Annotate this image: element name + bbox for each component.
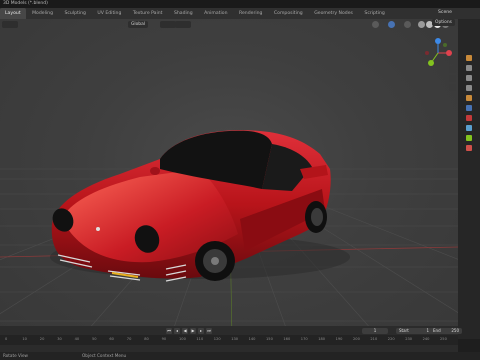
editor-type-button[interactable] (2, 21, 18, 28)
overlay-toggle-icon[interactable] (404, 21, 411, 28)
end-value: 250 (451, 328, 459, 333)
output-properties-icon[interactable] (466, 75, 472, 81)
ruler-tick-label: 30 (57, 337, 62, 341)
perspective-toggle-icon[interactable] (449, 84, 456, 91)
camera-view-icon[interactable] (449, 75, 456, 82)
object-properties-icon[interactable] (466, 95, 472, 101)
ruler-tick-label: 150 (266, 337, 273, 341)
ruler-tick-label: 100 (179, 337, 186, 341)
start-frame-field[interactable]: Start 1 (396, 328, 432, 334)
transform-orientation-dropdown[interactable]: Global (128, 21, 149, 28)
ruler-tick-label: 170 (300, 337, 308, 341)
tab-animation[interactable]: Animation (199, 8, 232, 19)
material-properties-icon[interactable] (466, 115, 472, 121)
viewport-nav-tools (449, 57, 457, 93)
next-keyframe-button[interactable]: ▸ (198, 328, 204, 334)
ruler-tick-label: 50 (92, 337, 97, 341)
window-title-bar: 3D Models (*.blend) (0, 0, 480, 8)
data-properties-icon[interactable] (466, 135, 472, 141)
y-axis-handle-icon (428, 60, 434, 66)
3d-viewport[interactable]: Global Options (0, 19, 458, 339)
ruler-tick-label: 10 (22, 337, 27, 341)
timeline-editor: ⏮ ◂ ◀ ▶ ▸ ⏭ 1 Start 1 End 250 0 10 20 30 40 5… (0, 326, 462, 352)
ruler-tick-label: 80 (144, 337, 149, 341)
pan-icon[interactable] (449, 66, 456, 73)
ruler-tick-label: 240 (422, 337, 430, 341)
options-button[interactable]: Options (432, 19, 455, 26)
wireframe-shading-icon[interactable] (418, 21, 425, 28)
tool-properties-icon[interactable] (466, 55, 472, 61)
workspace-tabs: Layout Modeling Sculpting UV Editing Tex… (0, 8, 440, 19)
snap-toggle[interactable] (175, 21, 191, 28)
play-button[interactable]: ▶ (190, 328, 196, 334)
ruler-tick-label: 60 (109, 337, 114, 341)
texture-properties-icon[interactable] (466, 145, 472, 151)
prev-keyframe-button[interactable]: ◂ (174, 328, 180, 334)
jump-start-button[interactable]: ⏮ (166, 328, 172, 334)
car-model[interactable] (0, 19, 458, 339)
ruler-tick-label: 250 (440, 337, 447, 341)
pivot-point-button[interactable] (160, 21, 176, 28)
x-axis-handle-icon (446, 50, 452, 56)
properties-editor-strip (458, 19, 480, 339)
ruler-tick-label: 200 (353, 337, 360, 341)
frame-ruler[interactable]: 0 10 20 30 40 50 60 70 80 90 100 110 120 130 140 150 160… (0, 335, 458, 345)
gizmo-toggle-icon[interactable] (388, 21, 395, 28)
zoom-icon[interactable] (449, 57, 456, 64)
tab-rendering[interactable]: Rendering (234, 8, 267, 19)
ruler-tick-label: 0 (5, 337, 8, 341)
status-bar: Rotate View Object Context Menu (0, 352, 480, 360)
ruler-tick-label: 230 (405, 337, 413, 341)
tab-uv-editing[interactable]: UV Editing (92, 8, 126, 19)
window-title: 3D Models (*.blend) (3, 1, 48, 6)
tab-compositing[interactable]: Compositing (269, 8, 308, 19)
ruler-tick-label: 140 (248, 337, 256, 341)
modifier-properties-icon[interactable] (466, 105, 472, 111)
tab-texture-paint[interactable]: Texture Paint (128, 8, 168, 19)
tab-shading[interactable]: Shading (169, 8, 198, 19)
ruler-tick-label: 40 (74, 337, 80, 341)
view-layer-icon[interactable] (466, 85, 472, 91)
ruler-tick-label: 110 (196, 337, 204, 341)
viewport-header: Global (0, 19, 458, 30)
tab-layout[interactable]: Layout (0, 8, 26, 19)
ruler-tick-label: 190 (335, 337, 343, 341)
options-label: Options (435, 20, 452, 25)
end-frame-field[interactable]: End 250 (430, 328, 462, 334)
end-label: End (433, 328, 441, 333)
scene-selector[interactable]: Scene (432, 8, 480, 19)
jump-end-button[interactable]: ⏭ (206, 328, 212, 334)
constraint-properties-icon[interactable] (466, 125, 472, 131)
ruler-tick-label: 180 (318, 337, 326, 341)
start-label: Start (399, 328, 409, 333)
scene-label: Scene (438, 10, 453, 15)
orientation-label: Global (131, 22, 146, 27)
tab-modeling[interactable]: Modeling (27, 8, 58, 19)
ruler-tick-label: 20 (39, 337, 45, 341)
ruler-tick-label: 210 (370, 337, 378, 341)
ruler-tick-label: 160 (283, 337, 291, 341)
ruler-tick-label: 70 (126, 337, 132, 341)
status-middle-hint: Object Context Menu (82, 353, 127, 358)
current-frame-field[interactable]: 1 (362, 328, 388, 334)
ruler-tick-label: 90 (161, 337, 167, 341)
status-left-hint: Rotate View (3, 353, 28, 358)
tab-scripting[interactable]: Scripting (359, 8, 389, 19)
ruler-tick-label: 220 (387, 337, 395, 341)
play-reverse-button[interactable]: ◀ (182, 328, 188, 334)
tab-sculpting[interactable]: Sculpting (59, 8, 90, 19)
visibility-icon[interactable] (372, 21, 379, 28)
ruler-tick-label: 120 (213, 337, 221, 341)
ruler-tick-label: 130 (231, 337, 239, 341)
z-axis-handle-icon (435, 38, 441, 44)
render-properties-icon[interactable] (466, 65, 472, 71)
current-frame-value: 1 (373, 328, 377, 333)
tab-geometry-nodes[interactable]: Geometry Nodes (309, 8, 358, 19)
start-value: 1 (426, 328, 429, 333)
